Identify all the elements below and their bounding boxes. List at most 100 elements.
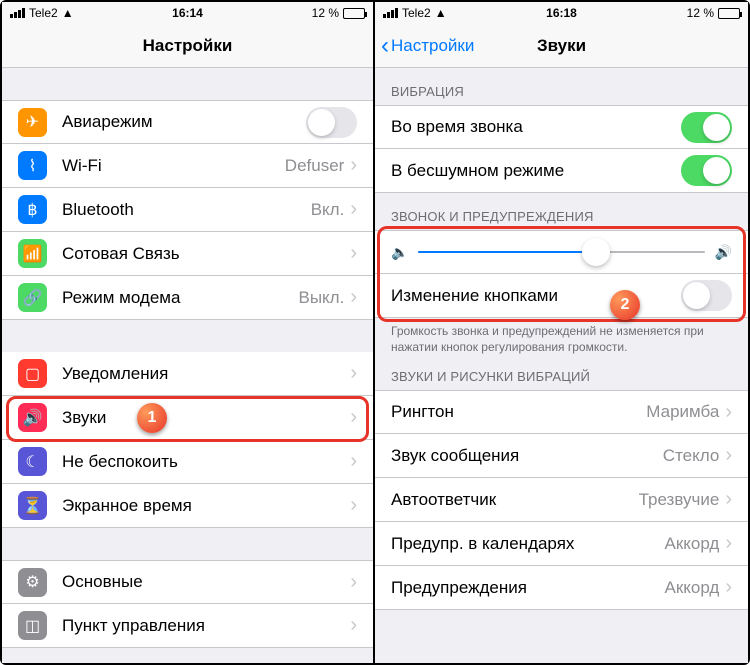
cellular-icon: 📶 [18, 239, 47, 268]
status-bar: Tele2 ▲ 16:14 12 % [2, 2, 373, 24]
vibration-cell-0[interactable]: Во время звонка [375, 105, 748, 149]
chevron-right-icon: › [350, 198, 357, 221]
header-vibration: ВИБРАЦИЯ [375, 68, 748, 105]
chevron-right-icon: › [350, 362, 357, 385]
header-ringer: ЗВОНОК И ПРЕДУПРЕЖДЕНИЯ [375, 193, 748, 230]
wifi-icon: ⌇ [18, 151, 47, 180]
dnd-icon: ☾ [18, 447, 47, 476]
cell-detail: Аккорд [664, 578, 719, 598]
nav-back-button[interactable]: ‹ Настройки [381, 34, 474, 58]
settings-content[interactable]: ✈Авиарежим⌇Wi-FiDefuser›฿BluetoothВкл.›📶… [2, 68, 373, 663]
chevron-right-icon: › [350, 242, 357, 265]
change-with-buttons-toggle[interactable] [681, 280, 732, 311]
ringer-volume-slider[interactable] [418, 251, 704, 253]
notifications-icon: ▢ [18, 359, 47, 388]
vibration-cell-1[interactable]: В бесшумном режиме [375, 149, 748, 193]
hotspot-icon: 🔗 [18, 283, 47, 312]
carrier-label: Tele2 [29, 6, 58, 20]
chevron-right-icon: › [350, 614, 357, 637]
cell-detail: Аккорд [664, 534, 719, 554]
chevron-right-icon: › [350, 154, 357, 177]
chevron-right-icon: › [725, 576, 732, 599]
footer-ringer: Громкость звонка и предупреждений не изм… [375, 318, 748, 359]
battery-icon [343, 8, 365, 19]
cell-toggle[interactable] [681, 155, 732, 186]
chevron-right-icon: › [725, 532, 732, 555]
signal-icon [383, 8, 398, 18]
nav-bar: ‹ Настройки Звуки [375, 24, 748, 68]
settings-g1-cell-2[interactable]: ฿BluetoothВкл.› [2, 188, 373, 232]
battery-text: 12 % [312, 6, 339, 20]
sounds-icon: 🔊 [18, 403, 47, 432]
chevron-right-icon: › [350, 406, 357, 429]
chevron-right-icon: › [350, 494, 357, 517]
carrier-label: Tele2 [402, 6, 431, 20]
nav-back-label: Настройки [391, 36, 474, 56]
cell-label: Основные [62, 572, 350, 592]
status-time: 16:14 [172, 6, 203, 20]
settings-g2-cell-1[interactable]: 🔊Звуки› [2, 396, 373, 440]
cell-label: Режим модема [62, 288, 298, 308]
cell-detail: Маримба [646, 402, 719, 422]
bluetooth-icon: ฿ [18, 195, 47, 224]
general-icon: ⚙ [18, 568, 47, 597]
header-sound-patterns: ЗВУКИ И РИСУНКИ ВИБРАЦИЙ [375, 359, 748, 390]
cell-detail: Стекло [663, 446, 720, 466]
nav-title: Настройки [143, 36, 233, 56]
settings-g3-cell-1[interactable]: ◫Пункт управления› [2, 604, 373, 648]
speaker-low-icon: 🔈 [391, 244, 408, 261]
change-with-buttons-cell[interactable]: Изменение кнопками [375, 274, 748, 318]
settings-g2-cell-0[interactable]: ▢ Уведомления› [2, 352, 373, 396]
cell-toggle[interactable] [306, 107, 357, 138]
cell-label: Пункт управления [62, 616, 350, 636]
chevron-left-icon: ‹ [381, 34, 389, 58]
cell-label: Авиарежим [62, 112, 306, 132]
cell-detail: Выкл. [298, 288, 344, 308]
cell-label: Звук сообщения [391, 446, 663, 466]
cell-toggle[interactable] [681, 112, 732, 143]
status-time: 16:18 [546, 6, 577, 20]
cell-detail: Вкл. [311, 200, 345, 220]
settings-g2-cell-2[interactable]: ☾ Не беспокоить› [2, 440, 373, 484]
screentime-icon: ⏳ [18, 491, 47, 520]
nav-bar: Настройки [2, 24, 373, 68]
battery-text: 12 % [687, 6, 714, 20]
cell-label: Уведомления [62, 364, 350, 384]
cell-label: Во время звонка [391, 117, 681, 137]
step-badge-1: 1 [137, 403, 167, 433]
chevron-right-icon: › [725, 401, 732, 424]
settings-g1-cell-1[interactable]: ⌇Wi-FiDefuser› [2, 144, 373, 188]
cell-detail: Defuser [285, 156, 345, 176]
step-badge-2: 2 [610, 290, 640, 320]
cell-detail: Трезвучие [639, 490, 720, 510]
settings-g2-cell-3[interactable]: ⏳ Экранное время› [2, 484, 373, 528]
sound-cell-3[interactable]: Предупр. в календаряхАккорд› [375, 522, 748, 566]
status-bar: Tele2 ▲ 16:18 12 % [375, 2, 748, 24]
settings-g1-cell-0[interactable]: ✈ Авиарежим [2, 100, 373, 144]
cell-label: Не беспокоить [62, 452, 350, 472]
settings-g1-cell-4[interactable]: 🔗 Режим модемаВыкл. › [2, 276, 373, 320]
nav-title: Звуки [537, 36, 586, 56]
chevron-right-icon: › [350, 450, 357, 473]
settings-g3-cell-0[interactable]: ⚙ Основные› [2, 560, 373, 604]
phone-left-settings: Tele2 ▲ 16:14 12 % Настройки ✈ Авиарежим ⌇… [2, 2, 375, 663]
airplane-icon: ✈ [18, 108, 47, 137]
chevron-right-icon: › [725, 444, 732, 467]
cell-label: Рингтон [391, 402, 646, 422]
cell-label: Экранное время [62, 496, 350, 516]
wifi-status-icon: ▲ [62, 6, 74, 20]
sound-cell-4[interactable]: ПредупрежденияАккорд› [375, 566, 748, 610]
wifi-status-icon: ▲ [435, 6, 447, 20]
chevron-right-icon: › [350, 286, 357, 309]
speaker-high-icon: 🔊 [715, 244, 732, 261]
sound-cell-0[interactable]: РингтонМаримба › [375, 390, 748, 434]
chevron-right-icon: › [350, 571, 357, 594]
cell-label: Сотовая Связь [62, 244, 350, 264]
sound-cell-2[interactable]: АвтоответчикТрезвучие› [375, 478, 748, 522]
cell-label: В бесшумном режиме [391, 161, 681, 181]
sounds-content[interactable]: ВИБРАЦИЯ Во время звонка В бесшумном режи… [375, 68, 748, 663]
sound-cell-1[interactable]: Звук сообщенияСтекло› [375, 434, 748, 478]
ringer-volume-cell: 🔈 🔊 [375, 230, 748, 274]
battery-icon [718, 8, 740, 19]
settings-g1-cell-3[interactable]: 📶 Сотовая Связь› [2, 232, 373, 276]
